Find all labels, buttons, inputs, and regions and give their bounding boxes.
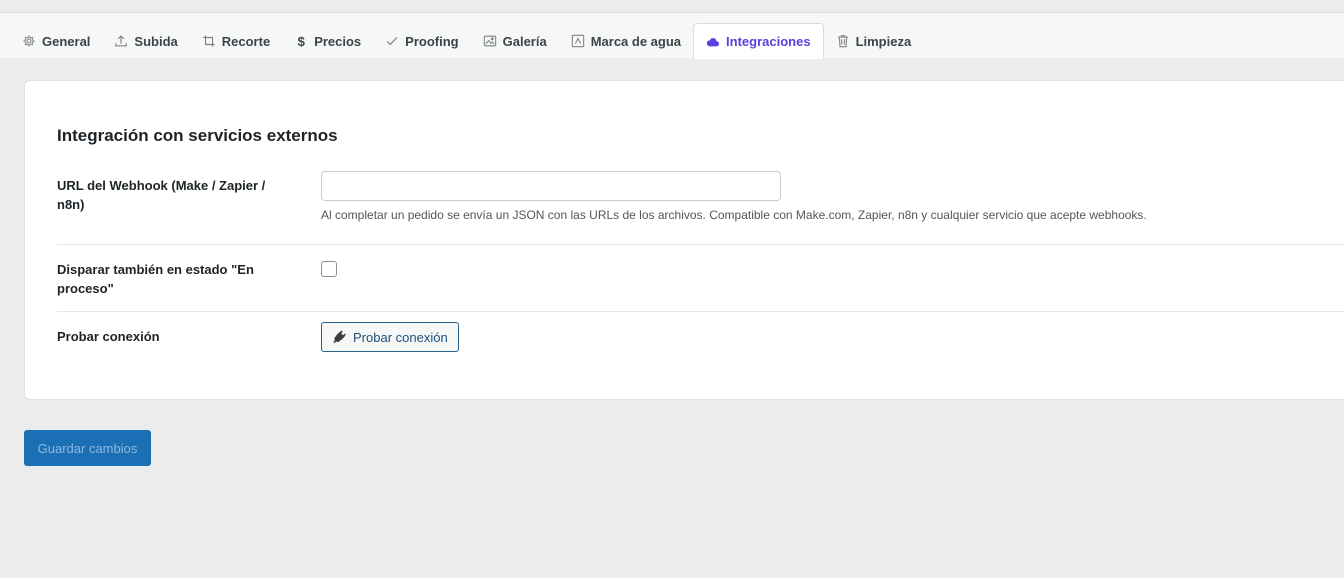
divider <box>57 244 1344 245</box>
trash-icon <box>836 34 850 48</box>
save-changes-button[interactable]: Guardar cambios <box>24 430 151 466</box>
integrations-panel: Integración con servicios externos URL d… <box>24 80 1344 400</box>
tab-label: Marca de agua <box>590 33 682 49</box>
dollar-icon: $ <box>297 33 305 49</box>
tab-limpieza[interactable]: Limpieza <box>824 23 924 59</box>
tab-label: Galería <box>502 33 547 49</box>
tab-subida[interactable]: Subida <box>102 23 189 59</box>
upload-icon <box>114 34 128 48</box>
tab-bar: General Subida Recorte $ Precios Proofin… <box>0 12 1344 59</box>
divider <box>57 311 1344 312</box>
tab-integraciones[interactable]: Integraciones <box>693 23 824 59</box>
tab-label: Subida <box>134 33 178 49</box>
tab-label: General <box>42 33 91 49</box>
test-connection-button-label: Probar conexión <box>353 329 448 345</box>
tabs: General Subida Recorte $ Precios Proofin… <box>10 23 923 59</box>
plug-icon <box>332 329 348 345</box>
settings-page: General Subida Recorte $ Precios Proofin… <box>0 0 1344 578</box>
webhook-url-input[interactable] <box>321 171 781 201</box>
test-connection-label: Probar conexión <box>57 329 160 344</box>
cloud-icon <box>706 35 720 49</box>
checkmark-icon <box>385 34 399 48</box>
trigger-in-progress-label: Disparar también en estado "En proceso" <box>57 262 254 296</box>
tab-general[interactable]: General <box>10 23 102 59</box>
tab-recorte[interactable]: Recorte <box>190 23 282 59</box>
panel-title: Integración con servicios externos <box>57 126 338 145</box>
tab-label: Proofing <box>405 33 459 49</box>
watermark-icon <box>571 34 585 48</box>
crop-icon <box>202 34 216 48</box>
tab-label: Integraciones <box>726 34 811 49</box>
webhook-url-label: URL del Webhook (Make / Zapier / n8n) <box>57 178 266 212</box>
webhook-help-text: Al completar un pedido se envía un JSON … <box>321 208 1147 222</box>
tab-marca-de-agua[interactable]: Marca de agua <box>559 23 693 59</box>
tab-label: Recorte <box>221 33 271 49</box>
gear-icon <box>22 34 36 48</box>
test-connection-button[interactable]: Probar conexión <box>321 322 459 352</box>
tab-galeria[interactable]: Galería <box>471 23 559 59</box>
tab-label: Precios <box>314 33 362 49</box>
image-icon <box>483 34 497 48</box>
trigger-in-progress-checkbox[interactable] <box>321 261 337 277</box>
tab-proofing[interactable]: Proofing <box>373 23 470 59</box>
tab-precios[interactable]: $ Precios <box>282 23 373 59</box>
tab-label: Limpieza <box>855 33 912 49</box>
